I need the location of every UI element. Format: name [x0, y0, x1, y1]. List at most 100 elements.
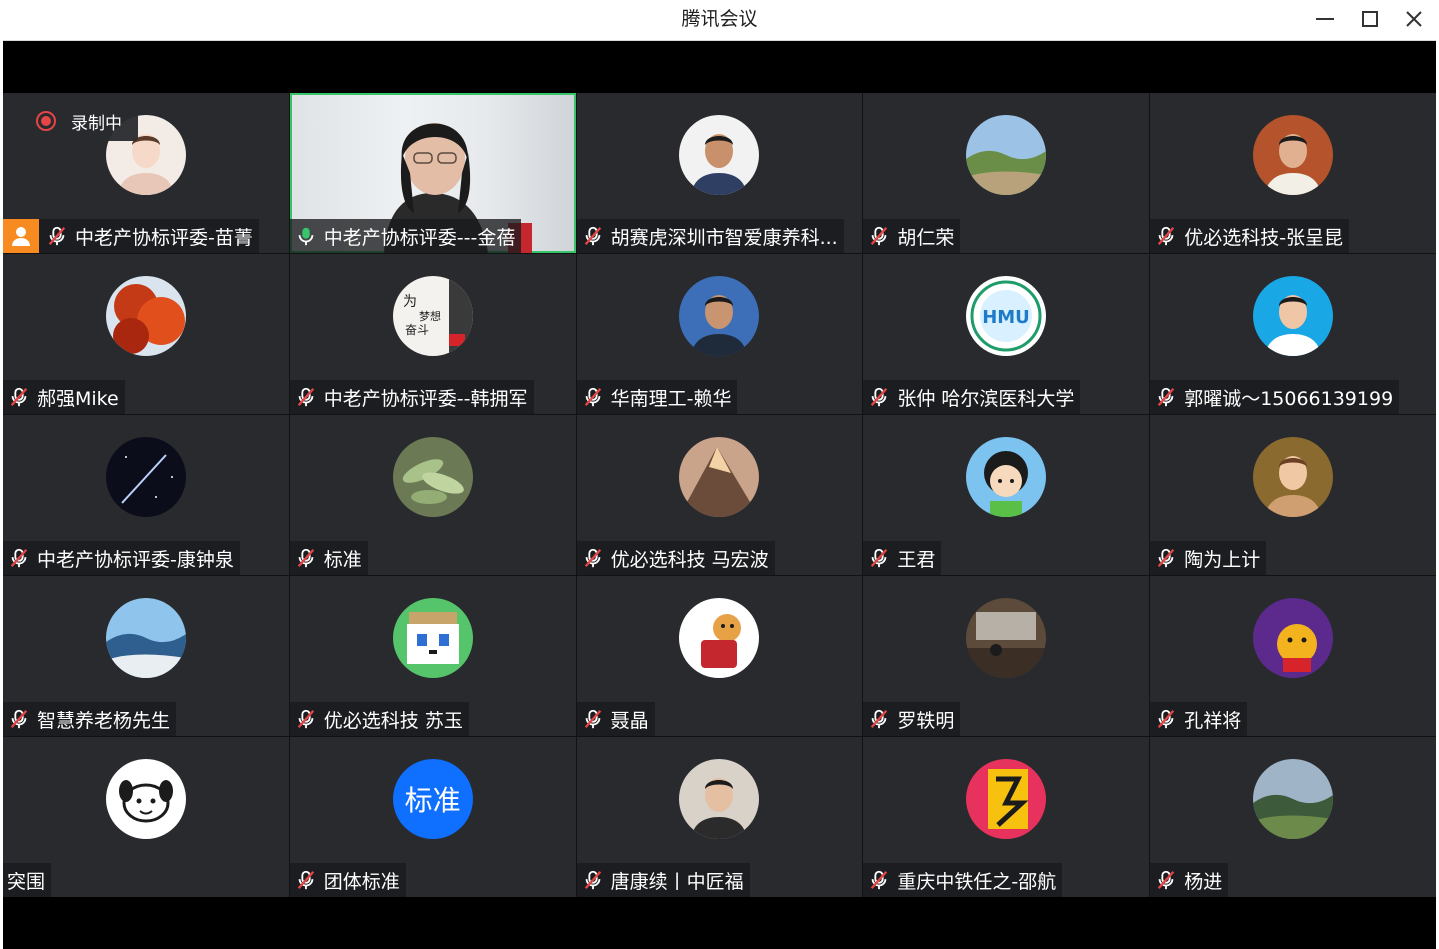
avatar [966, 759, 1047, 839]
recording-label: 录制中 [71, 113, 122, 134]
participant-name: 中老产协标评委--韩拥军 [323, 387, 528, 410]
microphone-muted-icon [867, 546, 891, 570]
participant-tile[interactable]: 突围 [3, 737, 289, 897]
participant-tile[interactable]: 中老产协标评委-康钟泉 [3, 415, 289, 575]
participant-tile[interactable]: 优必选科技 马宏波 [576, 415, 863, 575]
minimize-icon [1316, 18, 1334, 20]
participant-tile[interactable]: 杨进 [1150, 737, 1436, 897]
close-icon [1406, 11, 1422, 27]
name-tag: 中老产协标评委---金蓓 [289, 219, 522, 253]
microphone-muted-icon [45, 224, 69, 248]
participant-tile[interactable]: 胡赛虎深圳市智爱康养科... [576, 93, 863, 253]
minimize-button[interactable] [1303, 0, 1347, 38]
microphone-muted-icon [1154, 385, 1178, 409]
microphone-muted-icon [867, 224, 891, 248]
name-tag: 胡赛虎深圳市智爱康养科... [576, 219, 844, 253]
svg-text:HMU: HMU [982, 307, 1030, 328]
avatar [679, 115, 760, 195]
name-tag: 突围 [3, 863, 52, 897]
avatar [1253, 276, 1334, 356]
participant-tile[interactable]: 优必选科技 苏玉 [289, 576, 576, 736]
participant-tile[interactable]: HMU 张仲 哈尔滨医科大学 [863, 254, 1150, 414]
window-title: 腾讯会议 [681, 8, 758, 30]
participant-tile[interactable]: 聂晶 [576, 576, 863, 736]
microphone-muted-icon [294, 546, 318, 570]
microphone-muted-icon [1154, 868, 1178, 892]
avatar [966, 598, 1047, 678]
participant-tile[interactable]: 王君 [863, 415, 1150, 575]
participant-tile[interactable]: 孔祥将 [1150, 576, 1436, 736]
name-tag: 团体标准 [289, 863, 406, 897]
participant-tile[interactable]: 优必选科技-张呈昆 [1150, 93, 1436, 253]
name-tag: 优必选科技 马宏波 [576, 541, 775, 575]
participant-name: 优必选科技-张呈昆 [1184, 226, 1344, 249]
name-tag: 智慧养老杨先生 [3, 702, 177, 736]
avatar [679, 276, 760, 356]
microphone-muted-icon [294, 707, 318, 731]
name-tag: 优必选科技-张呈昆 [1150, 219, 1350, 253]
participant-tile[interactable]: 罗轶明 [863, 576, 1150, 736]
avatar [105, 598, 186, 678]
svg-text:梦想: 梦想 [419, 309, 441, 323]
participant-name: 重庆中铁任之-邵航 [897, 870, 1057, 893]
participant-tile[interactable]: 陶为上计 [1150, 415, 1436, 575]
avatar: 为梦想 奋斗 [392, 276, 473, 356]
name-tag: 中老产协标评委-苗菁 [3, 219, 259, 253]
participant-name: 华南理工-赖华 [610, 387, 732, 410]
microphone-muted-icon [7, 707, 31, 731]
avatar [1253, 115, 1334, 195]
participant-tile[interactable]: 胡仁荣 [863, 93, 1150, 253]
participant-tile[interactable]: 录制中中老产协标评委-苗菁 [3, 93, 289, 253]
name-tag: 标准 [289, 541, 368, 575]
name-tag: 罗轶明 [863, 702, 961, 736]
name-tag: 优必选科技 苏玉 [289, 702, 469, 736]
name-tag: 胡仁荣 [863, 219, 961, 253]
name-tag: 华南理工-赖华 [576, 380, 738, 414]
name-tag: 中老产协标评委--韩拥军 [289, 380, 534, 414]
svg-text:为: 为 [403, 294, 417, 310]
maximize-button[interactable] [1348, 0, 1392, 38]
svg-text:奋斗: 奋斗 [405, 323, 429, 337]
microphone-muted-icon [581, 546, 605, 570]
microphone-muted-icon [1154, 546, 1178, 570]
microphone-muted-icon [867, 707, 891, 731]
microphone-muted-icon [1154, 224, 1178, 248]
avatar [105, 437, 186, 517]
participant-tile[interactable]: 标准 团体标准 [289, 737, 576, 897]
microphone-icon [294, 224, 318, 248]
participant-name: 标准 [323, 548, 362, 571]
avatar [679, 759, 760, 839]
participant-name: 罗轶明 [897, 709, 955, 732]
participant-name: 胡仁荣 [897, 226, 955, 249]
name-tag: 重庆中铁任之-邵航 [863, 863, 1063, 897]
name-tag: 孔祥将 [1150, 702, 1248, 736]
avatar [679, 437, 760, 517]
participant-tile[interactable]: 唐康续丨中匠福 [576, 737, 863, 897]
participant-name: 智慧养老杨先生 [37, 709, 171, 732]
avatar [1253, 759, 1334, 839]
participant-tile[interactable]: 标准 [289, 415, 576, 575]
participant-tile[interactable]: 智慧养老杨先生 [3, 576, 289, 736]
avatar [392, 598, 473, 678]
microphone-muted-icon [867, 868, 891, 892]
microphone-muted-icon [581, 385, 605, 409]
microphone-muted-icon [581, 224, 605, 248]
recording-indicator[interactable]: 录制中 [23, 101, 138, 141]
participant-tile[interactable]: 中老产协标评委---金蓓 [289, 93, 576, 253]
name-tag: 聂晶 [576, 702, 655, 736]
participant-tile[interactable]: 重庆中铁任之-邵航 [863, 737, 1150, 897]
participant-tile[interactable]: 为梦想 奋斗中老产协标评委--韩拥军 [289, 254, 576, 414]
microphone-muted-icon [294, 868, 318, 892]
participant-name: 中老产协标评委---金蓓 [323, 226, 516, 249]
name-tag: 中老产协标评委-康钟泉 [3, 541, 240, 575]
participant-name: 陶为上计 [1184, 548, 1261, 571]
name-tag: 王君 [863, 541, 942, 575]
participant-tile[interactable]: 华南理工-赖华 [576, 254, 863, 414]
participant-name: 胡赛虎深圳市智爱康养科... [610, 226, 838, 249]
name-tag: 陶为上计 [1150, 541, 1267, 575]
participant-tile[interactable]: 郭曜诚～15066139199 [1150, 254, 1436, 414]
close-button[interactable] [1392, 0, 1436, 38]
participant-tile[interactable]: 郝强Mike [3, 254, 289, 414]
avatar [1253, 598, 1334, 678]
record-icon [36, 111, 56, 131]
